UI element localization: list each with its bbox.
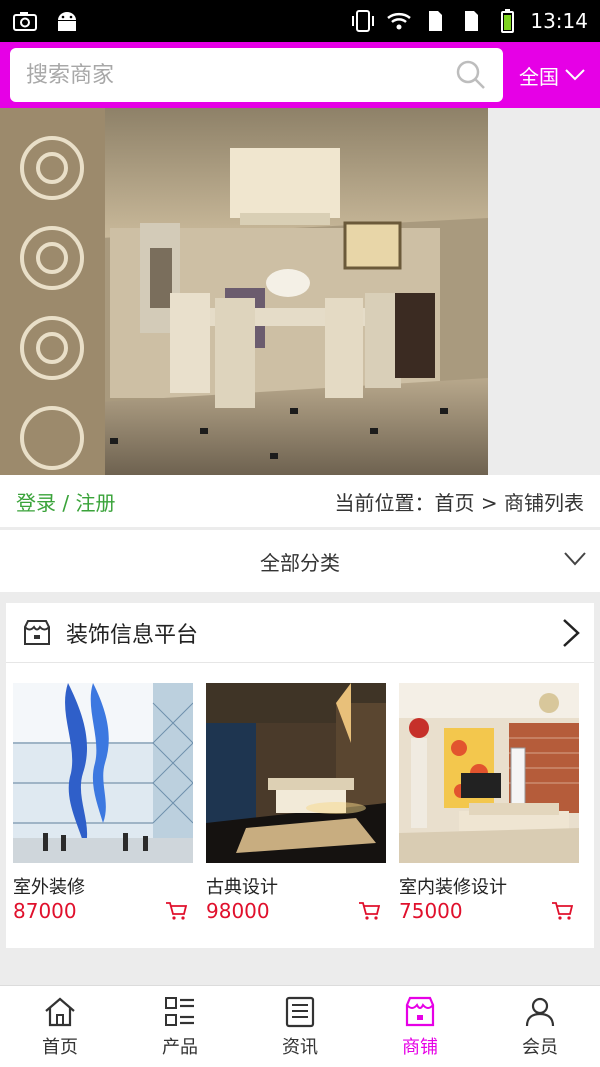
search-input[interactable]: [26, 62, 455, 88]
tab-shops[interactable]: 商铺: [360, 986, 480, 1067]
product-name: 古典设计: [206, 877, 278, 898]
shop-name: 装饰信息平台: [66, 622, 199, 648]
shop-icon: [405, 996, 435, 1026]
bottom-tab-bar: 首页 产品 资讯 商铺 会员: [0, 985, 600, 1067]
search-icon[interactable]: [455, 59, 487, 91]
status-bar: 13:14: [0, 0, 600, 42]
tab-products-label: 产品: [162, 1036, 198, 1058]
status-time: 13:14: [530, 9, 588, 33]
tab-home-label: 首页: [42, 1036, 78, 1058]
tab-products[interactable]: 产品: [120, 986, 240, 1067]
tab-member-label: 会员: [522, 1036, 558, 1058]
wifi-icon: [387, 12, 412, 30]
chevron-down-icon: [565, 69, 585, 81]
tab-home[interactable]: 首页: [0, 986, 120, 1067]
product-image[interactable]: [399, 683, 579, 863]
search-box[interactable]: [10, 48, 503, 102]
product-image[interactable]: [206, 683, 386, 863]
cart-icon[interactable]: [551, 901, 573, 921]
search-header: 全国: [0, 42, 600, 108]
tab-news-label: 资讯: [282, 1036, 318, 1058]
product-name: 室外装修: [13, 877, 85, 898]
tab-member[interactable]: 会员: [480, 986, 600, 1067]
banner[interactable]: [0, 108, 600, 475]
user-icon: [525, 997, 555, 1026]
product-card[interactable]: 室外装修 87000: [13, 683, 193, 925]
android-icon: [58, 12, 76, 31]
store-icon: [24, 619, 50, 645]
product-card[interactable]: 古典设计 98000: [206, 683, 386, 925]
region-label: 全国: [519, 64, 559, 89]
phone-vibrate-icon: [352, 10, 375, 32]
product-list: 室外装修 87000 古典设计 98000 室内装修设计 75000: [6, 663, 594, 948]
sim-icon: [429, 11, 443, 31]
product-price: 87000: [13, 899, 77, 923]
region-selector[interactable]: 全国: [519, 61, 585, 90]
tab-shops-label: 商铺: [402, 1036, 438, 1058]
camera-icon: [13, 12, 37, 31]
chevron-down-icon: [564, 552, 586, 566]
shop-header[interactable]: 装饰信息平台: [6, 603, 594, 663]
category-label: 全部分类: [260, 550, 340, 575]
shop-card: 装饰信息平台 室外装修 87000 古典设计 98000 室内装修设计 7500…: [6, 603, 594, 948]
cart-icon[interactable]: [165, 901, 187, 921]
product-price: 75000: [399, 899, 463, 923]
cart-icon[interactable]: [358, 901, 380, 921]
home-icon: [45, 997, 75, 1026]
battery-icon: [501, 9, 515, 33]
breadcrumb: 当前位置：首页 > 商铺列表: [334, 490, 584, 515]
tab-news[interactable]: 资讯: [240, 986, 360, 1067]
chevron-right-icon: [563, 618, 580, 647]
category-filter[interactable]: 全部分类: [0, 530, 600, 592]
product-price: 98000: [206, 899, 270, 923]
list-icon: [165, 996, 194, 1026]
product-card[interactable]: 室内装修设计 75000: [399, 683, 579, 925]
product-name: 室内装修设计: [399, 877, 507, 898]
banner-image[interactable]: [0, 108, 488, 475]
login-register-link[interactable]: 登录 / 注册: [16, 487, 115, 516]
news-icon: [285, 996, 315, 1027]
product-image[interactable]: [13, 683, 193, 863]
sim-icon-2: [465, 11, 479, 31]
info-row: 登录 / 注册 当前位置：首页 > 商铺列表: [0, 475, 600, 527]
